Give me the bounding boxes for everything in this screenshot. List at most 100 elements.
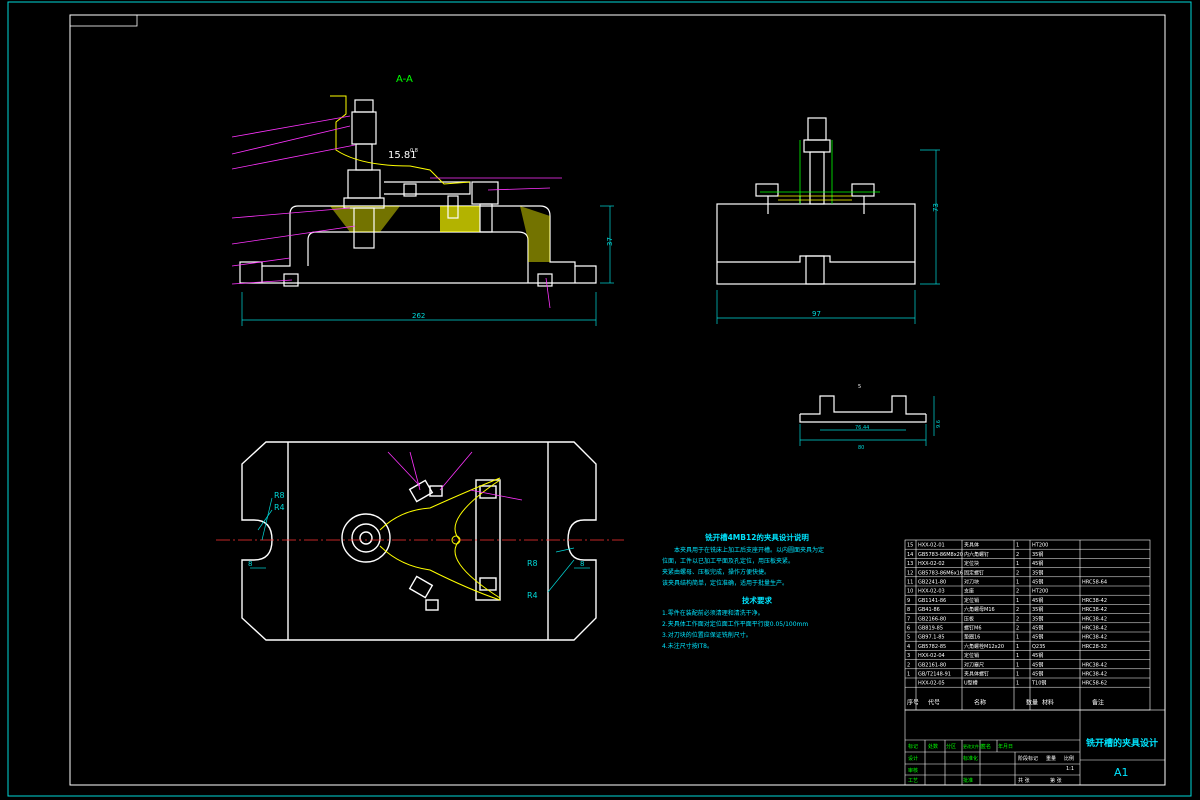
bom-cell-qty: 2	[1016, 589, 1019, 595]
bom-cell-note: HRC38-42	[1082, 598, 1107, 604]
bom-cell-note: HRC38-42	[1082, 635, 1107, 641]
notes-line-4: 该夹具结构简单，定位准确，适用于批量生产。	[662, 580, 789, 587]
notes-line-2: 位面，工件以已加工平面及孔定位，用压板夹紧。	[662, 558, 795, 565]
bom-cell-qty: 2	[1016, 552, 1019, 558]
bom-cell-code: GB819-85	[918, 626, 943, 632]
bom-cell-no: 2	[907, 662, 910, 668]
bom-cell-note: HRC38-42	[1082, 672, 1107, 678]
bom-header-name: 名称	[974, 698, 986, 706]
bom-cell-name: 定位块	[964, 560, 979, 567]
bom-cell-mat: 45钢	[1032, 661, 1043, 668]
bom-rows: 15 HXX-02-01 夹具体 1 HT20014 GB5783-86M8x20 内六角螺…	[907, 542, 1107, 707]
side-dimensions	[716, 149, 940, 324]
bom-cell-no: 15	[907, 543, 913, 549]
bom-cell-name: 六角螺栓M12x20	[964, 643, 1004, 650]
bom-cell-name: U型槽	[964, 680, 978, 687]
bom-header-no: 序号	[907, 698, 919, 706]
bom-cell-code: GB1141-86	[918, 598, 946, 604]
radius-r8-left: R8	[274, 491, 285, 500]
bom-cell-code: HXX-02-04	[918, 653, 945, 659]
dim-9-6: 9.6	[936, 420, 942, 428]
bom-cell-code: HXX-02-01	[918, 543, 945, 549]
tb-cell-design: 设计	[908, 755, 918, 762]
tb-cell-count: 处数	[928, 743, 938, 750]
bom-cell-note: HRC38-42	[1082, 662, 1107, 668]
radius-r4-right: R4	[527, 591, 538, 600]
notes-line-3: 夹紧由螺母、压板完成，操作方便快捷。	[662, 569, 771, 576]
outer-border	[7, 1, 1192, 797]
bom-cell-code: GB5782-85	[918, 644, 946, 650]
tb-cell-std: 标准化	[963, 755, 978, 762]
dim-8-right: 8	[580, 560, 584, 568]
inner-border	[69, 14, 1166, 786]
bom-cell-name: 内六角螺钉	[964, 551, 989, 558]
bom-cell-no: 9	[907, 598, 910, 604]
bom-cell-mat: 35钢	[1032, 606, 1043, 613]
bom-cell-code: GB2241-80	[918, 580, 946, 586]
bom-header-code: 代号	[928, 698, 940, 706]
bom-cell-name: 定位销	[964, 597, 979, 604]
bom-cell-qty: 1	[1016, 662, 1019, 668]
bom-cell-name: 对刀塞尺	[964, 661, 984, 668]
bom-cell-qty: 1	[1016, 561, 1019, 567]
bom-cell-no: 14	[907, 552, 913, 558]
scale-value: 1:1	[1066, 766, 1074, 772]
bom-cell-qty: 1	[1016, 543, 1019, 549]
bom-cell-name: 六角螺母M16	[964, 606, 995, 613]
bom-cell-code: HXX-02-05	[918, 681, 945, 687]
bom-cell-note: HRC28-32	[1082, 644, 1107, 650]
bom-cell-no: 1	[907, 672, 910, 678]
tb-cell-review: 审核	[908, 767, 918, 774]
bom-cell-qty: 1	[1016, 672, 1019, 678]
bom-header-note: 备注	[1092, 698, 1104, 706]
dim-5: 5	[858, 384, 861, 390]
tb-cell-sheet: 第 张	[1050, 777, 1062, 784]
bom-cell-code: GB/T2148-91	[918, 672, 951, 678]
bom-cell-mat: 45钢	[1032, 634, 1043, 641]
tb-cell-sign: 签名	[981, 743, 991, 750]
bom-cell-mat: 45钢	[1032, 625, 1043, 632]
tech-line-1: 1.零件在装配前必须清理和清洗干净。	[662, 610, 764, 617]
bom-cell-name: 夹具体螺钉	[964, 671, 989, 678]
bom-header-qty: 数量	[1026, 698, 1038, 706]
corner-code-box	[69, 14, 138, 27]
tb-cell-approve: 批准	[963, 777, 973, 784]
tb-cell-process: 工艺	[908, 778, 918, 784]
bom-cell-qty: 2	[1016, 626, 1019, 632]
bom-cell-no: 8	[907, 607, 910, 613]
bom-cell-mat: 35钢	[1032, 551, 1043, 558]
bom-cell-name: 对刀块	[964, 579, 979, 586]
bom-cell-mat: T10钢	[1031, 680, 1046, 687]
tb-cell-stage: 阶段标记	[1018, 755, 1038, 762]
bom-cell-code: GB41-86	[918, 607, 940, 613]
bom-cell-qty: 2	[1016, 607, 1019, 613]
section-view-aa: A-A	[239, 74, 597, 287]
bom-cell-qty: 1	[1016, 653, 1019, 659]
radius-r4-left: R4	[274, 503, 285, 512]
tech-line-2: 2.夹具体工作面对定位面工作平面平行度0.05/100mm	[662, 621, 809, 628]
dim-37: 37	[606, 237, 614, 246]
bom-cell-code: GB5783-86M6x16	[918, 570, 963, 576]
tech-title: 技术要求	[742, 596, 772, 605]
bom-cell-no: 5	[907, 635, 910, 641]
bom-cell-code: GB2161-80	[918, 662, 946, 668]
bom-cell-mat: HT200	[1032, 589, 1048, 595]
bom-cell-qty: 2	[1016, 570, 1019, 576]
bom-cell-name: 垫圈16	[964, 634, 980, 641]
bom-cell-name: 固定螺钉	[964, 569, 984, 576]
notes-title: 铣开槽4MB12的夹具设计说明	[705, 533, 809, 542]
bom-cell-mat: 45钢	[1032, 560, 1043, 567]
section-dimensions	[241, 205, 614, 326]
radius-r8-right: R8	[527, 559, 538, 568]
bom-cell-note: HRC38-42	[1082, 616, 1107, 622]
bom-cell-no: 7	[907, 616, 910, 622]
bom-cell-note: HRC58-62	[1082, 681, 1107, 687]
notes-line-1: 本夹具用于在铣床上加工后支座开槽。以内圆面夹具为定	[674, 547, 825, 554]
plan-leaders	[387, 451, 523, 501]
design-notes: 铣开槽4MB12的夹具设计说明 本夹具用于在铣床上加工后支座开槽。以内圆面夹具为…	[662, 532, 852, 652]
dim-262: 262	[412, 312, 425, 320]
bom-cell-name: 螺钉M6	[964, 625, 982, 632]
bom-cell-name: 夹具体	[964, 542, 979, 549]
bom-cell-no: 10	[907, 589, 913, 595]
tb-cell-total: 共 张	[1018, 777, 1030, 784]
